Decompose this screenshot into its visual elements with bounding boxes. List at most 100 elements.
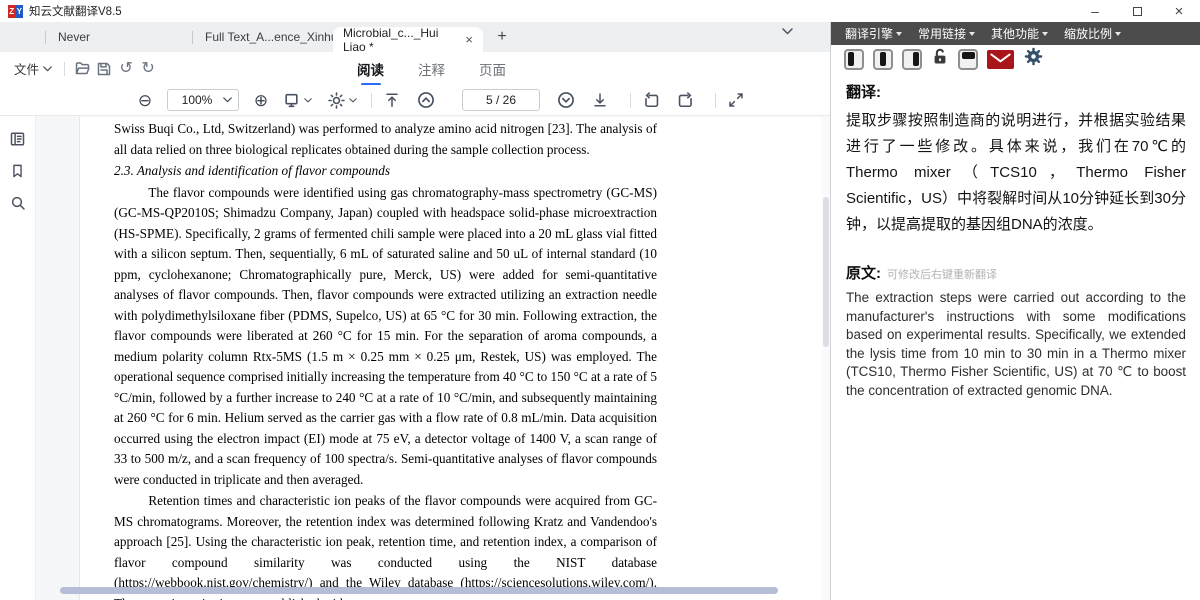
maximize-icon — [1133, 7, 1142, 16]
brightness-button[interactable] — [328, 88, 357, 112]
chevron-down-icon — [349, 98, 357, 103]
vertical-scrollbar-thumb[interactable] — [823, 197, 829, 347]
open-file-button[interactable] — [71, 58, 93, 80]
menu-zoom-ratio[interactable]: 缩放比例 — [1064, 25, 1121, 42]
arrow-to-bottom-icon — [592, 92, 608, 108]
arrow-to-top-icon — [384, 92, 400, 108]
next-page-button[interactable] — [554, 88, 578, 112]
document-tab-bar: Never Full Text_A...ence_Xinhua Microbia… — [0, 22, 830, 52]
tab-close-icon[interactable]: × — [465, 32, 473, 47]
page-indicator-value[interactable] — [466, 93, 536, 107]
menu-label: 缩放比例 — [1064, 25, 1112, 42]
original-text[interactable]: The extraction steps were carried out ac… — [846, 289, 1186, 401]
zoom-out-icon: ⊖ — [138, 92, 152, 109]
go-last-page-button[interactable] — [588, 88, 612, 112]
layout-pane-middle-icon[interactable] — [873, 49, 893, 70]
expand-arrows-icon — [728, 92, 744, 108]
unlock-button[interactable] — [931, 47, 949, 71]
undo-button[interactable]: ↺ — [115, 58, 137, 80]
gear-icon — [1023, 46, 1044, 67]
layout-pane-top-icon[interactable] — [958, 49, 978, 70]
redo-icon: ↻ — [141, 61, 154, 77]
menu-label: 其他功能 — [991, 25, 1039, 42]
menu-label: 翻译引擎 — [845, 25, 893, 42]
save-button[interactable] — [93, 58, 115, 80]
translation-content: 翻译: 提取步骤按照制造商的说明进行，并根据实验结果进行了一些修改。具体来说，我… — [831, 73, 1200, 401]
save-icon — [96, 61, 112, 77]
window-title: 知云文献翻译V8.5 — [29, 3, 122, 19]
zoom-level-value[interactable] — [174, 93, 220, 107]
app-logo-icon: Z Y — [8, 5, 23, 18]
tab-annotate[interactable]: 注释 — [416, 53, 447, 85]
tab-list-chevron-icon[interactable] — [782, 28, 793, 35]
translation-panel-toolbar — [831, 45, 1200, 73]
chevron-down-icon — [223, 97, 232, 103]
undo-icon: ↺ — [119, 61, 132, 77]
new-tab-button[interactable]: + — [490, 25, 514, 49]
caret-down-icon — [896, 32, 902, 36]
logo-letter-z: Z — [8, 5, 16, 18]
bookmark-icon — [10, 163, 25, 179]
redo-button[interactable]: ↻ — [137, 58, 159, 80]
fullscreen-button[interactable] — [724, 88, 748, 112]
zoom-in-button[interactable]: ⊕ — [249, 88, 273, 112]
feedback-email-button[interactable] — [987, 50, 1014, 69]
vertical-scrollbar[interactable] — [822, 116, 830, 600]
tab-microbial-active[interactable]: Microbial_c..._Hui Liao * × — [333, 27, 483, 52]
divider — [715, 93, 716, 108]
bookmarks-panel-button[interactable] — [7, 160, 29, 182]
zoom-out-button[interactable]: ⊖ — [133, 88, 157, 112]
search-icon — [10, 195, 26, 211]
zoom-in-icon: ⊕ — [254, 92, 268, 109]
pdf-viewport[interactable]: Swiss Buqi Co., Ltd, Switzerland) was pe… — [36, 116, 822, 600]
tab-read[interactable]: 阅读 — [355, 53, 386, 85]
rotate-right-button[interactable] — [673, 88, 697, 112]
caret-down-icon — [1115, 32, 1121, 36]
caret-down-icon — [969, 32, 975, 36]
thumbnails-panel-button[interactable] — [7, 128, 29, 150]
go-first-page-button[interactable] — [380, 88, 404, 112]
divider — [371, 93, 372, 108]
chevron-down-icon — [304, 98, 312, 103]
close-window-button[interactable]: × — [1172, 4, 1186, 18]
brightness-sun-icon — [328, 92, 345, 109]
page-number-input[interactable] — [462, 89, 540, 111]
pdf-toolbar: ⊖ ⊕ — [0, 85, 830, 116]
folder-open-icon — [74, 61, 91, 76]
translation-heading: 翻译: — [846, 81, 1186, 102]
minimize-button[interactable]: – — [1088, 4, 1102, 18]
file-menu[interactable]: 文件 — [0, 59, 58, 78]
outline-icon — [9, 131, 26, 147]
tab-fulltext-xinhua[interactable]: Full Text_A...ence_Xinhua — [193, 22, 356, 52]
settings-button[interactable] — [1023, 46, 1044, 72]
original-heading: 原文: — [846, 262, 881, 283]
layout-pane-right-icon[interactable] — [902, 49, 922, 70]
tab-never[interactable]: Never — [46, 22, 102, 52]
menu-common-links[interactable]: 常用链接 — [918, 25, 975, 42]
doc-paragraph: Retention times and characteristic ion p… — [114, 491, 657, 600]
menu-label: 常用链接 — [918, 25, 966, 42]
menu-other-functions[interactable]: 其他功能 — [991, 25, 1048, 42]
original-hint: 可修改后右键重新翻译 — [887, 266, 997, 282]
previous-page-button[interactable] — [414, 88, 438, 112]
menu-translation-engine[interactable]: 翻译引擎 — [845, 25, 902, 42]
translation-text[interactable]: 提取步骤按照制造商的说明进行，并根据实验结果进行了一些修改。具体来说，我们在70… — [846, 108, 1186, 238]
logo-letter-y: Y — [16, 5, 24, 18]
chevron-down-icon — [43, 66, 52, 72]
page-display-icon — [283, 92, 300, 109]
caret-down-icon — [1042, 32, 1048, 36]
doc-section-heading: 2.3. Analysis and identification of flav… — [114, 161, 657, 182]
chevron-down-circle-icon — [557, 91, 575, 109]
page-display-mode-button[interactable] — [283, 88, 312, 112]
tab-page[interactable]: 页面 — [477, 53, 508, 85]
search-panel-button[interactable] — [7, 192, 29, 214]
rotate-left-button[interactable] — [639, 88, 663, 112]
horizontal-scrollbar-thumb[interactable] — [60, 587, 778, 594]
doc-paragraph: The flavor compounds were identified usi… — [114, 183, 657, 491]
divider — [64, 62, 65, 76]
maximize-button[interactable] — [1130, 4, 1144, 18]
layout-pane-left-icon[interactable] — [844, 49, 864, 70]
rotate-left-icon — [643, 92, 660, 109]
zoom-level-select[interactable] — [167, 89, 239, 111]
envelope-icon — [989, 52, 1012, 67]
